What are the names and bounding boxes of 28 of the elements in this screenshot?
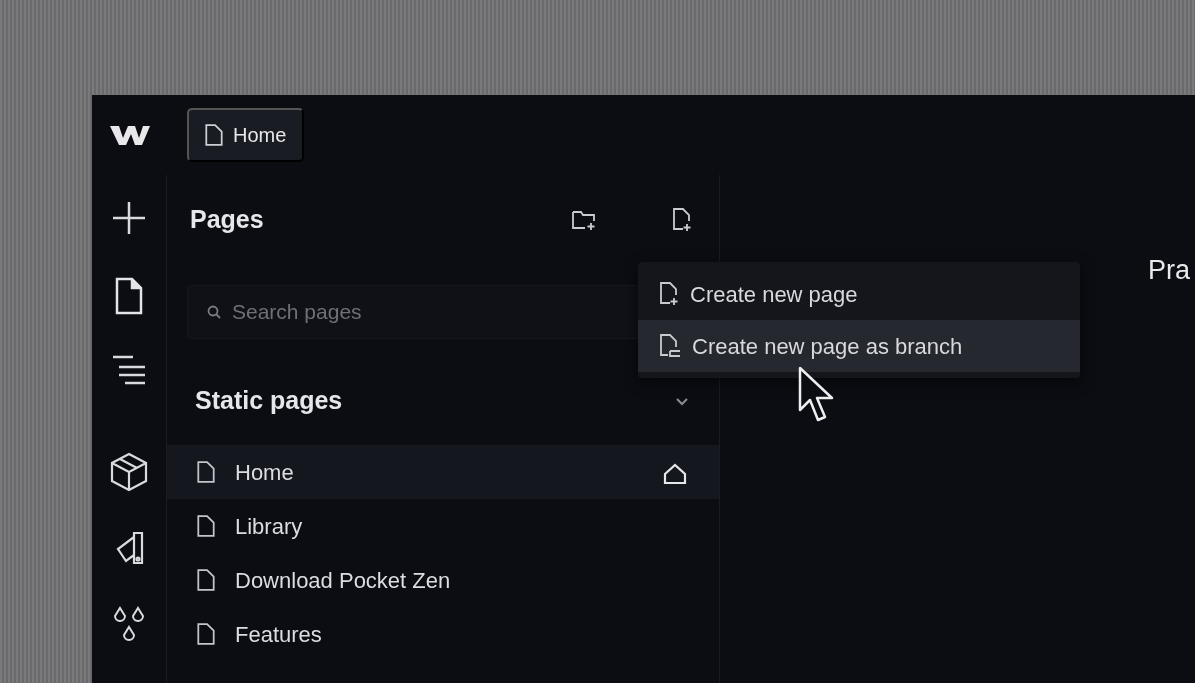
menu-item[interactable]: Create new page as branch bbox=[638, 320, 1080, 372]
page-row[interactable]: Download Pocket Zen bbox=[167, 553, 719, 607]
page-icon[interactable] bbox=[115, 277, 143, 315]
page-row[interactable]: Library bbox=[167, 499, 719, 553]
navigator-icon[interactable] bbox=[111, 354, 147, 386]
menu-item[interactable]: Create new page bbox=[638, 268, 1080, 320]
page-name: Library bbox=[235, 512, 304, 541]
page-icon bbox=[197, 623, 215, 645]
cube-icon[interactable] bbox=[109, 452, 149, 492]
panel-title: Pages bbox=[190, 204, 265, 236]
page-row[interactable]: Home bbox=[167, 445, 719, 499]
section-title: Static pages bbox=[195, 385, 344, 417]
page-name: Home bbox=[235, 458, 295, 487]
branch-page-icon bbox=[658, 333, 682, 359]
logo-icon bbox=[109, 123, 150, 147]
page-tab[interactable]: Home bbox=[187, 108, 305, 162]
new-page-icon bbox=[658, 281, 680, 307]
page-icon bbox=[197, 515, 215, 537]
canvas-heading: Pra bbox=[1148, 254, 1192, 287]
page-row[interactable]: Features bbox=[167, 607, 719, 661]
search-field[interactable]: Search pages bbox=[187, 285, 639, 339]
page-name: Features bbox=[235, 620, 323, 649]
add-icon[interactable] bbox=[111, 200, 147, 236]
chevron-down-icon[interactable] bbox=[675, 396, 689, 407]
page-icon bbox=[197, 569, 215, 591]
page-icon bbox=[197, 461, 215, 483]
page-name: Download Pocket Zen bbox=[235, 566, 452, 595]
page-icon bbox=[205, 124, 223, 146]
